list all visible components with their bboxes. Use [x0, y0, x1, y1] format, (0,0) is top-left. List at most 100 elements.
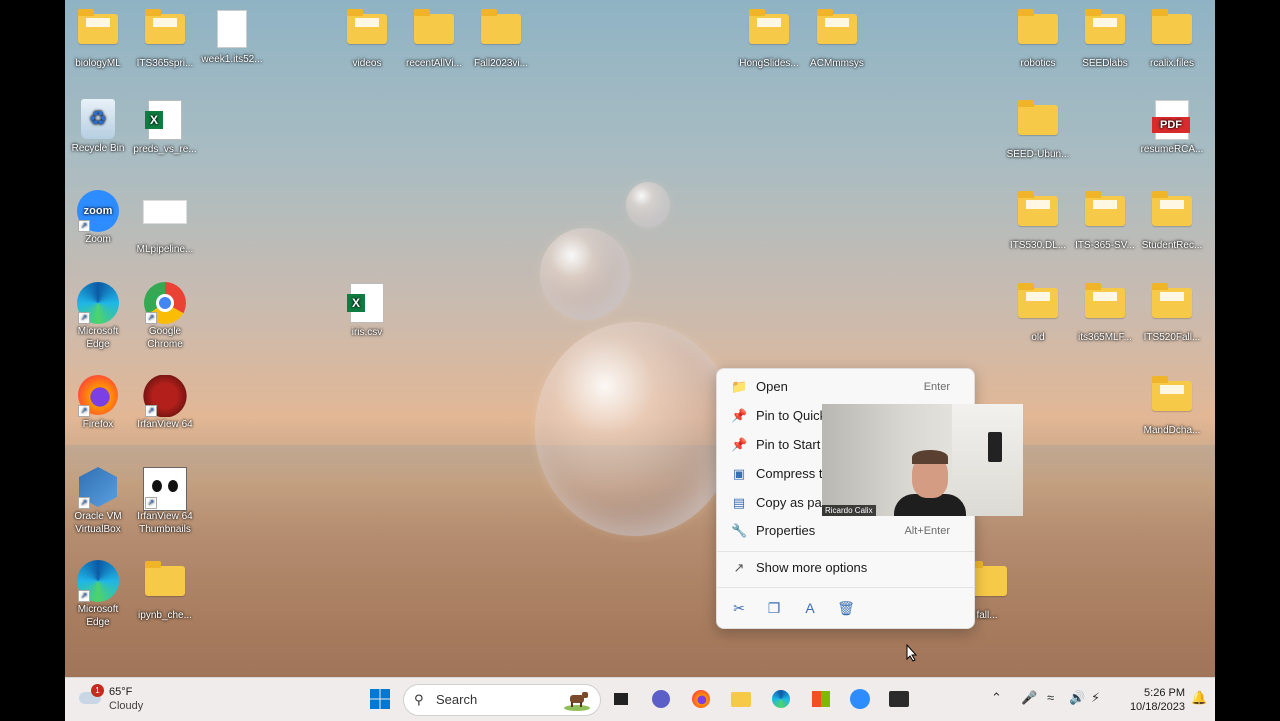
webcam-overlay: Ricardo Calix	[822, 404, 1023, 516]
desktop-icon-iris-csv[interactable]: Xiris.csv	[333, 282, 401, 339]
desktop-icon-irfanview-thumbnails[interactable]: ↗ IrfanView 64 Thumbnails	[131, 467, 199, 536]
icon-label: IrfanView 64	[137, 419, 193, 430]
icon-label: VirtualBox	[75, 524, 121, 535]
start-button[interactable]	[367, 686, 393, 712]
icon-label: SEED-Ubun...	[1006, 149, 1070, 160]
desktop-icon-its365sv[interactable]: ITS-365-SV...	[1071, 190, 1139, 252]
edge-icon	[772, 690, 790, 708]
desktop-icon-hongslides[interactable]: HongSlides...	[735, 8, 803, 70]
image-file-icon	[143, 200, 187, 224]
icon-label: resumeRCA...	[1140, 144, 1204, 155]
zoom-taskbar-button[interactable]	[847, 686, 873, 712]
desktop-icon-irfanview[interactable]: ↗ IrfanView 64	[131, 375, 199, 431]
desktop-icon-rcalixfiles[interactable]: rcalix.files	[1138, 8, 1206, 70]
desktop-icon-its520fall[interactable]: ITS520Fall...	[1138, 282, 1206, 344]
battery-icon[interactable]: ⚡	[1091, 690, 1100, 706]
icon-label: ITS520Fall...	[1143, 332, 1201, 343]
desktop-icon-acmmmsys[interactable]: ACMmmsys	[803, 8, 871, 70]
copy-button[interactable]: ❐	[763, 597, 785, 619]
icon-label: Microsoft	[77, 604, 119, 615]
pdf-icon: PDF	[1152, 100, 1190, 140]
taskview-button[interactable]	[608, 686, 634, 712]
folder-icon	[145, 561, 185, 596]
menu-item-properties[interactable]: 🔧 Properties Alt+Enter	[721, 517, 970, 545]
shortcut-arrow-icon: ↗	[78, 590, 90, 602]
weather-widget[interactable]: 1 65°F Cloudy	[79, 684, 179, 714]
desktop-icon-resume[interactable]: PDF resumeRCA...	[1138, 99, 1206, 156]
desktop-icon-zoom[interactable]: zoom ↗ Zoom	[65, 190, 132, 246]
desktop-icon-ipynb[interactable]: ipynb_che...	[131, 560, 199, 622]
desktop-icon-its365mlf[interactable]: its365MLF...	[1071, 282, 1139, 344]
volume-icon[interactable]: 🔊	[1069, 690, 1085, 706]
desktop-icon-videos[interactable]: videos	[333, 8, 401, 70]
icon-label: Google	[148, 326, 182, 337]
menu-item-label: Compress to	[756, 466, 830, 481]
terminal-icon	[889, 691, 909, 707]
desktop-icon-its530dl[interactable]: ITS530.DL...	[1004, 190, 1072, 252]
taskbar-search[interactable]: ⚲ Search	[403, 684, 601, 716]
file-explorer-button[interactable]	[728, 686, 754, 712]
cut-button[interactable]: ✂	[728, 597, 750, 619]
glass-sphere-small	[626, 182, 670, 228]
desktop-icon-seedlabs[interactable]: SEEDlabs	[1071, 8, 1139, 70]
rename-button[interactable]: A	[799, 597, 821, 619]
terminal-button[interactable]	[886, 686, 912, 712]
icon-label: biologyML	[75, 58, 121, 69]
desktop-icon-recycle-bin[interactable]: ♻ Recycle Bin	[65, 99, 132, 155]
zoom-icon	[850, 689, 870, 709]
desktop-icon-fall2023vi[interactable]: Fall2023vi...	[467, 8, 535, 70]
wifi-icon[interactable]: ≈	[1047, 690, 1054, 705]
desktop-icon-studentrec[interactable]: StudentRec...	[1138, 190, 1206, 252]
icon-label: MLpipeline...	[136, 244, 194, 255]
show-hidden-icons-button[interactable]: ⌃	[991, 690, 1002, 706]
desktop-icon-microsoft-edge-2[interactable]: ↗ Microsoft Edge	[65, 560, 132, 629]
desktop-icon-mlpipeline[interactable]: MLpipeline...	[131, 190, 199, 256]
icon-label: old	[1031, 332, 1045, 343]
icon-label: Recycle Bin	[71, 143, 125, 154]
folder-icon	[145, 9, 185, 44]
desktop-icon-old[interactable]: old	[1004, 282, 1072, 344]
icon-label: Thumbnails	[139, 524, 191, 535]
icon-label: Firefox	[82, 419, 114, 430]
desktop-icon-preds-vs-re[interactable]: Xpreds_vs_re...	[131, 99, 199, 156]
desktop-icon-week1[interactable]: week1.its52...	[198, 8, 266, 66]
system-clock[interactable]: 5:26 PM 10/18/2023	[1109, 686, 1185, 714]
glass-sphere-medium	[540, 228, 630, 320]
icon-label: ITS530.DL...	[1009, 240, 1067, 251]
store-button[interactable]	[808, 686, 834, 712]
menu-item-show-more-options[interactable]: ↗ Show more options	[721, 554, 970, 582]
desktop[interactable]: biologyML ITS365spri... week1.its52... v…	[65, 0, 1215, 720]
menu-item-label: Open	[756, 379, 788, 394]
desktop-icon-firefox[interactable]: ↗ Firefox	[65, 375, 132, 431]
teams-chat-button[interactable]	[648, 686, 674, 712]
icon-label: Oracle VM	[74, 511, 122, 522]
clock-time: 5:26 PM	[1144, 687, 1185, 699]
desktop-icon-manddcha[interactable]: MandDcha...	[1138, 375, 1206, 437]
shortcut-arrow-icon: ↗	[145, 312, 157, 324]
desktop-icon-google-chrome[interactable]: ↗ Google Chrome	[131, 282, 199, 351]
icon-label: videos	[352, 58, 382, 69]
desktop-icon-microsoft-edge[interactable]: ↗ Microsoft Edge	[65, 282, 132, 351]
edge-taskbar-button[interactable]	[768, 686, 794, 712]
firefox-taskbar-button[interactable]	[688, 686, 714, 712]
desktop-icon-recentallvi[interactable]: recentAllVi...	[400, 8, 468, 70]
document-icon	[217, 10, 247, 48]
folder-icon	[414, 9, 454, 44]
desktop-icon-robotics[interactable]: robotics	[1004, 8, 1072, 70]
menu-item-open[interactable]: 📁 Open Enter	[721, 373, 970, 401]
microphone-icon[interactable]: 🎤	[1021, 690, 1037, 706]
delete-button[interactable]: 🗑	[835, 597, 857, 619]
menu-item-label: Properties	[756, 523, 816, 538]
menu-shortcut: Enter	[923, 381, 950, 393]
desktop-icon-oracle-virtualbox[interactable]: ↗ Oracle VM VirtualBox	[65, 467, 132, 536]
menu-divider	[717, 587, 974, 588]
notification-bell-icon[interactable]: 🔔	[1191, 690, 1207, 706]
desktop-icon-seed-ubun[interactable]: SEED-Ubun...	[1004, 99, 1072, 161]
icon-label: HongSlides...	[739, 58, 799, 69]
folder-icon	[78, 9, 118, 44]
icon-label: MandDcha...	[1143, 425, 1201, 436]
desktop-icon-its365spri[interactable]: ITS365spri...	[131, 8, 199, 70]
icon-label: fall...	[976, 610, 998, 621]
desktop-icon-biologyml[interactable]: biologyML	[65, 8, 132, 70]
icon-label: Zoom	[85, 234, 111, 245]
